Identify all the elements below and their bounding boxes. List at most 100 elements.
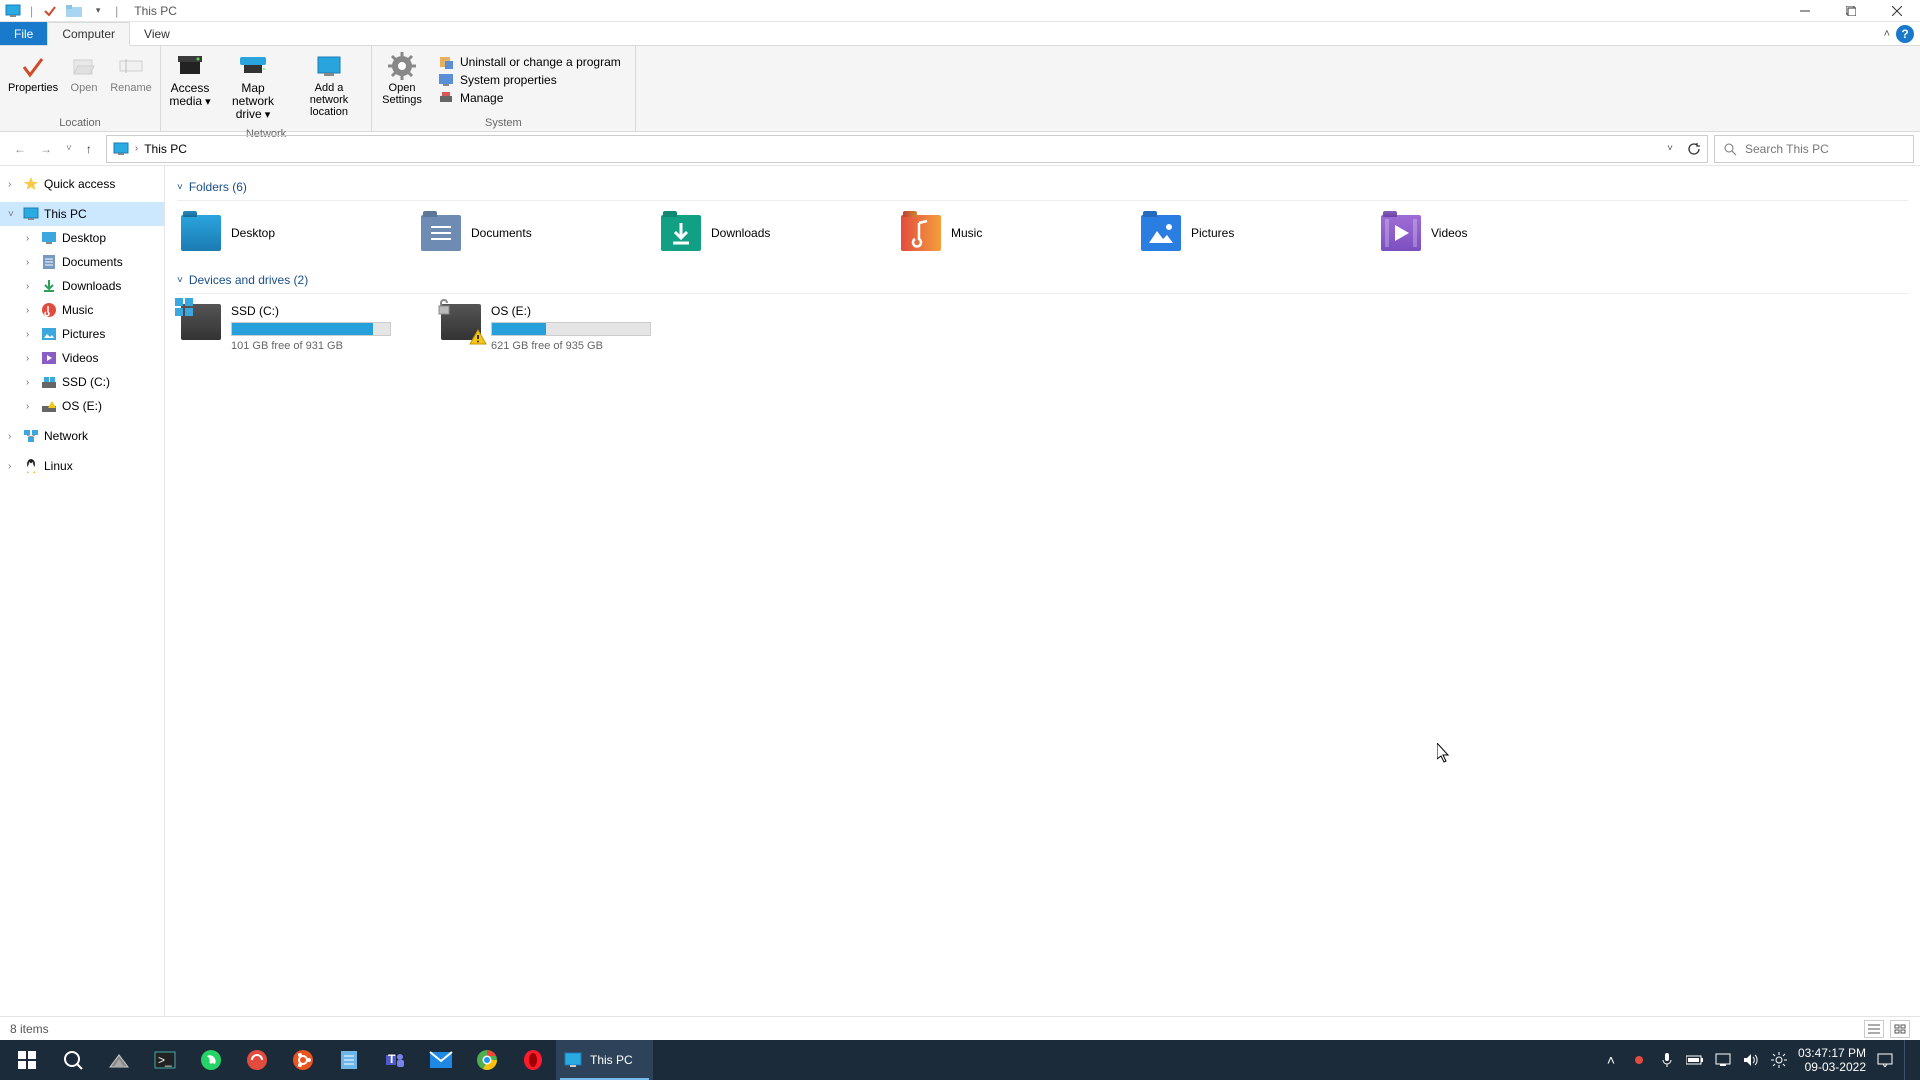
tray-notifications-icon[interactable] bbox=[1876, 1051, 1894, 1069]
refresh-icon[interactable] bbox=[1687, 142, 1701, 156]
tray-microphone-icon[interactable] bbox=[1658, 1051, 1676, 1069]
taskbar-mail[interactable] bbox=[418, 1040, 464, 1080]
tab-view[interactable]: View bbox=[130, 22, 184, 45]
nav-os-e[interactable]: ›OS (E:) bbox=[0, 394, 164, 418]
nav-linux[interactable]: ›Linux bbox=[0, 454, 164, 478]
breadcrumb-sep-icon[interactable]: › bbox=[135, 143, 138, 154]
view-large-icons-button[interactable] bbox=[1890, 1020, 1910, 1038]
open-button[interactable]: Open bbox=[64, 50, 104, 96]
drive-icon bbox=[181, 304, 221, 340]
drive-icon bbox=[40, 373, 58, 391]
address-dropdown-icon[interactable]: ˅ bbox=[1667, 143, 1673, 154]
folder-videos[interactable]: Videos bbox=[1377, 207, 1617, 259]
download-icon bbox=[40, 277, 58, 295]
task-view-button[interactable] bbox=[96, 1040, 142, 1080]
taskbar-notepad[interactable] bbox=[326, 1040, 372, 1080]
nav-videos[interactable]: ›Videos bbox=[0, 346, 164, 370]
drive-os-e[interactable]: OS (E:) 621 GB free of 935 GB bbox=[437, 300, 677, 356]
folder-documents[interactable]: Documents bbox=[417, 207, 657, 259]
forward-button[interactable]: → bbox=[40, 142, 52, 156]
tab-computer[interactable]: Computer bbox=[47, 22, 130, 46]
chevron-down-icon: ˅ bbox=[177, 182, 183, 193]
folder-pictures[interactable]: Pictures bbox=[1137, 207, 1377, 259]
properties-button[interactable]: Properties bbox=[6, 50, 60, 96]
taskbar-chrome[interactable] bbox=[464, 1040, 510, 1080]
tray-chevron-up-icon[interactable]: ˄ bbox=[1602, 1051, 1620, 1069]
collapse-ribbon-icon[interactable]: ˄ bbox=[1884, 28, 1890, 40]
tab-file[interactable]: File bbox=[0, 22, 47, 45]
nav-this-pc[interactable]: ˅ This PC bbox=[0, 202, 164, 226]
star-icon bbox=[22, 175, 40, 193]
qat-dropdown-icon[interactable]: ▾ bbox=[89, 2, 107, 20]
taskbar-whatsapp[interactable] bbox=[188, 1040, 234, 1080]
drives-grid: SSD (C:) 101 GB free of 931 GB OS (E:) 6… bbox=[177, 300, 1908, 356]
show-desktop-button[interactable] bbox=[1904, 1040, 1910, 1080]
warning-icon bbox=[469, 328, 487, 346]
start-button[interactable] bbox=[4, 1040, 50, 1080]
drive-free-text: 101 GB free of 931 GB bbox=[231, 340, 413, 352]
view-details-button[interactable] bbox=[1864, 1020, 1884, 1038]
nav-downloads[interactable]: ›Downloads bbox=[0, 274, 164, 298]
drive-fill bbox=[492, 323, 546, 335]
rename-button[interactable]: Rename bbox=[108, 50, 154, 96]
taskbar-terminal[interactable]: >_ bbox=[142, 1040, 188, 1080]
nav-network[interactable]: ›Network bbox=[0, 424, 164, 448]
help-icon[interactable]: ? bbox=[1896, 25, 1914, 43]
folder-music[interactable]: Music bbox=[897, 207, 1137, 259]
folder-desktop[interactable]: Desktop bbox=[177, 207, 417, 259]
open-settings-button[interactable]: Open Settings bbox=[378, 50, 426, 108]
nav-quick-access[interactable]: › Quick access bbox=[0, 172, 164, 196]
qat-newfolder-icon[interactable] bbox=[65, 2, 83, 20]
nav-ssd-c[interactable]: ›SSD (C:) bbox=[0, 370, 164, 394]
nav-documents[interactable]: ›Documents bbox=[0, 250, 164, 274]
documents-icon bbox=[40, 253, 58, 271]
tray-settings-icon[interactable] bbox=[1770, 1051, 1788, 1069]
taskbar-opera[interactable] bbox=[510, 1040, 556, 1080]
taskbar-explorer[interactable]: This PC bbox=[556, 1040, 653, 1080]
taskbar-ubuntu[interactable] bbox=[280, 1040, 326, 1080]
app-icon bbox=[4, 2, 22, 20]
search-button[interactable] bbox=[50, 1040, 96, 1080]
taskbar-clock[interactable]: 03:47:17 PM 09-03-2022 bbox=[1798, 1046, 1866, 1075]
folders-grid: Desktop Documents Downloads Music bbox=[177, 207, 1908, 259]
maximize-button[interactable] bbox=[1828, 0, 1874, 22]
windows-icon bbox=[175, 298, 193, 316]
nav-desktop[interactable]: ›Desktop bbox=[0, 226, 164, 250]
drive-fill bbox=[232, 323, 373, 335]
drive-name: SSD (C:) bbox=[231, 304, 413, 318]
recent-dropdown-icon[interactable]: ˅ bbox=[66, 143, 72, 154]
close-button[interactable] bbox=[1874, 0, 1920, 22]
tray-volume-icon[interactable] bbox=[1742, 1051, 1760, 1069]
taskbar: >_ T This PC ˄ 03:47:17 PM 09-03-2022 bbox=[0, 1040, 1920, 1080]
back-button[interactable]: ← bbox=[14, 142, 26, 156]
section-drives[interactable]: ˅ Devices and drives (2) bbox=[177, 267, 1908, 294]
search-input[interactable]: Search This PC bbox=[1714, 135, 1914, 163]
address-bar[interactable]: › This PC ˅ bbox=[106, 135, 1708, 163]
system-properties-button[interactable]: System properties bbox=[438, 72, 621, 88]
qat-properties-icon[interactable] bbox=[41, 2, 59, 20]
uninstall-program-button[interactable]: Uninstall or change a program bbox=[438, 54, 621, 70]
breadcrumb-this-pc[interactable]: This PC bbox=[144, 142, 187, 156]
add-network-location-button[interactable]: Add a network location bbox=[293, 50, 365, 120]
taskbar-app-red[interactable] bbox=[234, 1040, 280, 1080]
drive-usage-bar bbox=[231, 322, 391, 336]
map-network-drive-button[interactable]: Map network drive ▾ bbox=[217, 50, 289, 124]
nav-music[interactable]: ›Music bbox=[0, 298, 164, 322]
desktop-folder-icon bbox=[181, 215, 221, 251]
folder-downloads[interactable]: Downloads bbox=[657, 207, 897, 259]
ribbon-tabs: File Computer View ˄ ? bbox=[0, 22, 1920, 46]
tray-battery-icon[interactable] bbox=[1686, 1051, 1704, 1069]
up-button[interactable]: ↑ bbox=[86, 142, 92, 156]
tray-network-icon[interactable] bbox=[1714, 1051, 1732, 1069]
manage-button[interactable]: Manage bbox=[438, 90, 621, 106]
music-folder-icon bbox=[901, 215, 941, 251]
drive-icon bbox=[441, 304, 481, 340]
taskbar-teams[interactable]: T bbox=[372, 1040, 418, 1080]
access-media-button[interactable]: Access media ▾ bbox=[167, 50, 213, 110]
drive-ssd-c[interactable]: SSD (C:) 101 GB free of 931 GB bbox=[177, 300, 417, 356]
nav-pictures[interactable]: ›Pictures bbox=[0, 322, 164, 346]
address-row: ← → ˅ ↑ › This PC ˅ Search This PC bbox=[0, 132, 1920, 166]
minimize-button[interactable] bbox=[1782, 0, 1828, 22]
section-folders[interactable]: ˅ Folders (6) bbox=[177, 174, 1908, 201]
tray-record-icon[interactable] bbox=[1630, 1051, 1648, 1069]
